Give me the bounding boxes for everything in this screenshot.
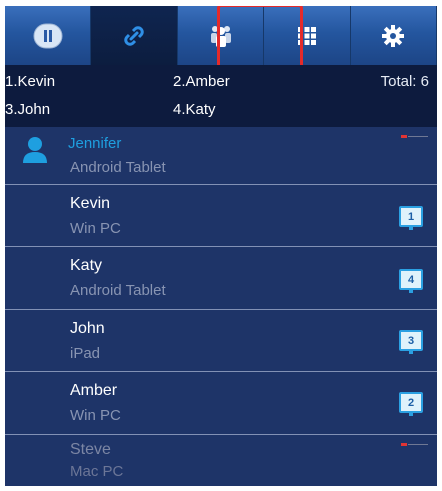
summary-name: 3.John (5, 101, 51, 118)
summary-name: 1.Kevin (5, 73, 56, 90)
status-indicator (401, 135, 429, 138)
user-name: John (70, 320, 105, 337)
user-device: Win PC (70, 407, 121, 424)
user-name: Jennifer (68, 135, 122, 152)
user-device: Android Tablet (70, 282, 166, 299)
group-icon (210, 25, 231, 47)
pause-icon (33, 23, 63, 48)
user-device: Android Tablet (70, 159, 166, 176)
link-icon (124, 25, 144, 46)
group-summary: 1.Kevin 2.Amber 3.John 4.Katy Total: 6 (5, 65, 437, 127)
screen-badge-icon[interactable]: 1 (399, 206, 423, 230)
group-button[interactable] (178, 6, 265, 65)
link-button[interactable] (91, 6, 178, 65)
screen-badge-icon[interactable]: 4 (399, 269, 423, 293)
person-icon (23, 137, 47, 163)
settings-button[interactable] (351, 6, 437, 65)
total-count: Total: 6 (380, 73, 429, 90)
user-name: Amber (70, 382, 118, 399)
user-row-john[interactable]: John iPad 3 (5, 310, 437, 372)
screen-badge-icon[interactable]: 3 (399, 330, 423, 354)
grid-icon (297, 26, 316, 45)
user-device: Win PC (70, 220, 121, 237)
app-window: 1.Kevin 2.Amber 3.John 4.Katy Total: 6 J… (5, 6, 437, 486)
user-name: Kevin (70, 195, 111, 212)
grid-button[interactable] (264, 6, 351, 65)
status-indicator (401, 443, 429, 446)
toolbar (5, 6, 437, 69)
screen-badge-icon[interactable]: 2 (399, 392, 423, 416)
user-row-kevin[interactable]: Kevin Win PC 1 (5, 185, 437, 247)
user-row-jennifer[interactable]: Jennifer Android Tablet (5, 127, 437, 185)
user-row-steve[interactable]: Steve Mac PC (5, 435, 437, 486)
user-row-amber[interactable]: Amber Win PC 2 (5, 372, 437, 435)
summary-name: 2.Amber (173, 73, 230, 90)
user-device: iPad (70, 345, 101, 362)
user-name: Katy (70, 257, 103, 274)
summary-name: 4.Katy (173, 101, 216, 118)
user-row-katy[interactable]: Katy Android Tablet 4 (5, 247, 437, 310)
gear-icon (382, 24, 405, 47)
pause-button[interactable] (5, 6, 92, 65)
user-device: Mac PC (70, 463, 124, 480)
user-name: Steve (70, 441, 111, 458)
